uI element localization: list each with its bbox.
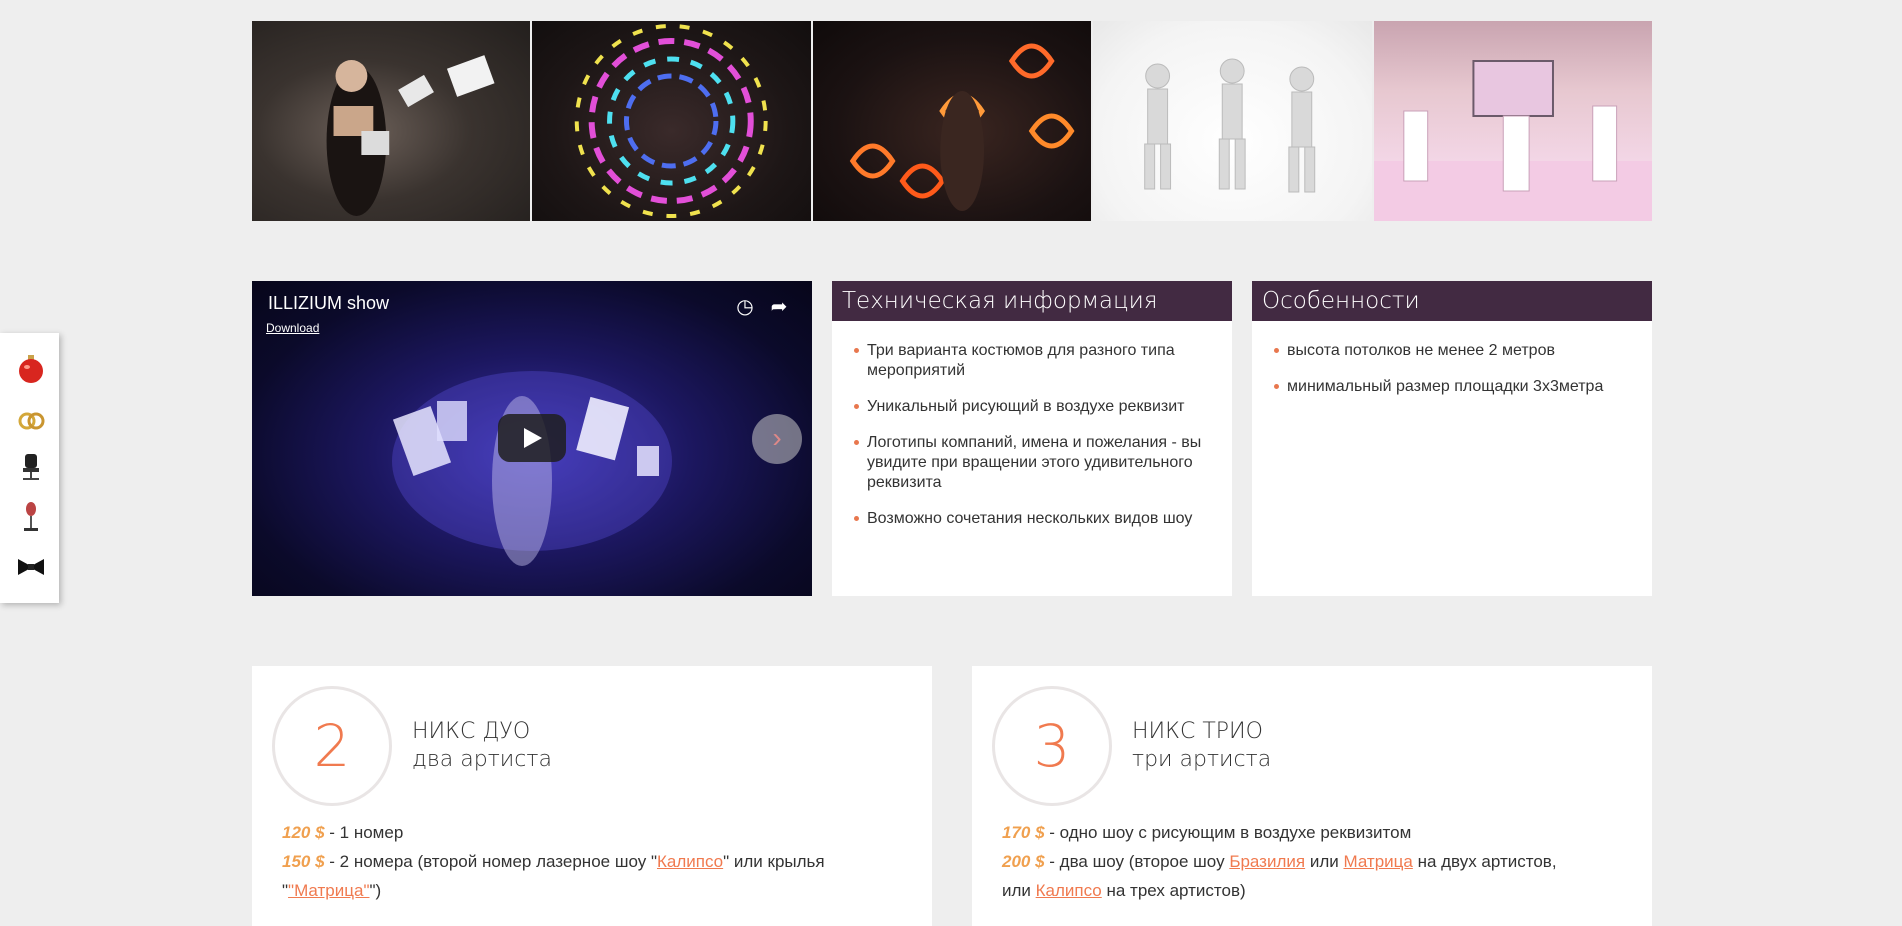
price-text: - одно шоу с рисующим в воздухе реквизит… <box>1044 823 1412 842</box>
list-item: минимальный размер площадки 3х3метра <box>1272 377 1632 397</box>
photo-neon-pattern-circle[interactable] <box>532 21 811 221</box>
list-item: Три варианта костюмов для разного типа м… <box>852 341 1212 381</box>
price-text: или <box>1002 881 1036 900</box>
features-panel: Особенности высота потолков не менее 2 м… <box>1252 281 1652 596</box>
price: 120 $ <box>282 823 325 842</box>
price-text: или <box>1305 852 1344 871</box>
next-arrow-icon[interactable]: › <box>752 414 802 464</box>
offer-subtitle: два артиста <box>412 747 552 772</box>
show-link-matrix[interactable]: "Матрица" <box>288 881 369 900</box>
price-line: 120 $ - 1 номер <box>282 818 912 847</box>
offer-title: НИКС ДУО два артиста <box>412 718 552 774</box>
show-link-calypso[interactable]: Калипсо <box>657 852 723 871</box>
photo-white-costume-trio[interactable] <box>1093 21 1372 221</box>
price-text: - два шоу (второе шоу <box>1044 852 1230 871</box>
photo-fire-poi-pattern[interactable] <box>812 21 1092 221</box>
list-item: Уникальный рисующий в воздухе реквизит <box>852 397 1212 417</box>
video-title[interactable]: ILLIZIUM show <box>268 293 389 314</box>
price-line: 150 $ - 2 номера (второй номер лазерное … <box>282 847 912 905</box>
price-text: - 2 номера (второй номер лазерное шоу " <box>324 852 657 871</box>
show-link-calypso[interactable]: Калипсо <box>1036 881 1102 900</box>
price: 170 $ <box>1002 823 1045 842</box>
offer-prices: 170 $ - одно шоу с рисующим в воздухе ре… <box>1002 818 1632 905</box>
wedding-rings-icon[interactable] <box>15 403 47 435</box>
artist-count-circle: 2 <box>272 686 392 806</box>
list-item: Возможно сочетания нескольких видов шоу <box>852 509 1212 529</box>
clock-icon[interactable]: ◷ <box>732 294 758 320</box>
offer-name: НИКС ТРИО <box>1132 719 1263 744</box>
price-text: на трех артистов) <box>1101 881 1246 900</box>
price-text: - 1 номер <box>324 823 404 842</box>
list-item: Логотипы компаний, имена и пожелания - в… <box>852 433 1212 493</box>
price-line: 170 $ - одно шоу с рисующим в воздухе ре… <box>1002 818 1632 847</box>
offer-card-trio: 3 НИКС ТРИО три артиста 170 $ - одно шоу… <box>972 666 1652 926</box>
price-text: ") <box>369 881 382 900</box>
offer-title: НИКС ТРИО три артиста <box>1132 718 1271 774</box>
offer-name: НИКС ДУО <box>412 719 531 744</box>
microphone-icon[interactable] <box>15 501 47 533</box>
price-line: 200 $ - два шоу (второе шоу Бразилия или… <box>1002 847 1632 876</box>
price: 200 $ <box>1002 852 1045 871</box>
bow-tie-icon[interactable] <box>15 551 47 583</box>
list-item: высота потолков не менее 2 метров <box>1272 341 1632 361</box>
panel-title: Техническая информация <box>832 281 1232 321</box>
offer-subtitle: три артиста <box>1132 747 1272 772</box>
video-download-link[interactable]: Download <box>266 321 319 335</box>
price-line: или Калипсо на трех артистов) <box>1002 876 1632 905</box>
show-link-brazil[interactable]: Бразилия <box>1229 852 1305 871</box>
photo-stage-show-hall[interactable] <box>1373 21 1653 221</box>
photo-gallery <box>252 21 1653 221</box>
price: 150 $ <box>282 852 325 871</box>
photo-light-fans-performer[interactable] <box>252 21 531 221</box>
office-chair-icon[interactable] <box>15 451 47 483</box>
christmas-ornament-icon[interactable] <box>15 353 47 385</box>
show-link-matrix[interactable]: Матрица <box>1343 852 1412 871</box>
artist-count-circle: 3 <box>992 686 1112 806</box>
tech-info-panel: Техническая информация Три варианта кост… <box>832 281 1232 596</box>
video-player[interactable]: ILLIZIUM show Download ◷ ➦ › <box>252 281 812 596</box>
share-icon[interactable]: ➦ <box>766 294 792 320</box>
panel-title: Особенности <box>1252 281 1652 321</box>
play-icon[interactable] <box>498 414 566 462</box>
offer-card-duo: 2 НИКС ДУО два артиста 120 $ - 1 номер 1… <box>252 666 932 926</box>
category-sidebar <box>0 333 59 603</box>
offer-prices: 120 $ - 1 номер 150 $ - 2 номера (второй… <box>282 818 912 905</box>
price-text: на двух артистов, <box>1412 852 1557 871</box>
